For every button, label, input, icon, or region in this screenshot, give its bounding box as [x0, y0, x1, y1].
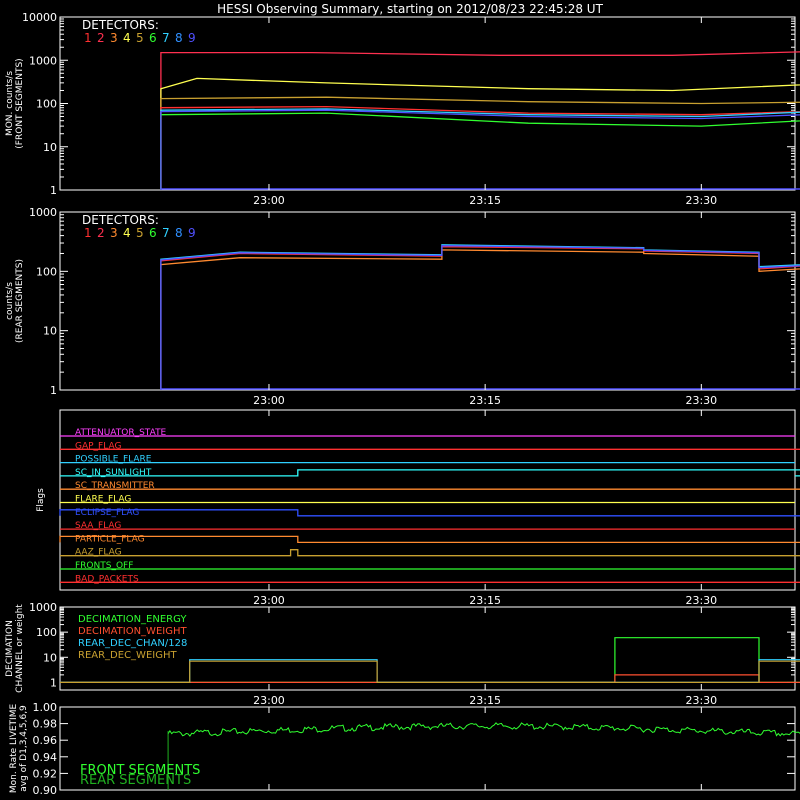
flags-x-tick-label: 23:15 — [469, 594, 501, 607]
detector-number: 7 — [162, 31, 170, 45]
front-series-d4 — [160, 77, 800, 190]
rear-y-tick-label: 100 — [36, 265, 57, 278]
decimation-y-tick-label: 10 — [43, 651, 57, 664]
front-y-tick-label: 10000 — [22, 11, 57, 24]
rear-x-tick-label: 23:15 — [469, 394, 501, 407]
rear-y-axis-label: counts/s (REAR SEGMENTS) — [5, 259, 25, 343]
front-series-d6 — [160, 112, 800, 190]
detector-number: 8 — [175, 31, 183, 45]
flag-trace — [60, 581, 800, 583]
summary-figure: HESSI Observing Summary, starting on 201… — [5, 2, 800, 797]
decimation-legend-label: REAR_DEC_CHAN/128 — [78, 638, 187, 649]
flag-trace — [60, 469, 800, 477]
front-x-tick-label: 23:00 — [253, 194, 285, 207]
livetime-y-axis-label-line: Mon. Rate LIVETIME — [9, 704, 19, 794]
detector-number: 5 — [136, 226, 144, 240]
rear-series-d3 — [160, 249, 800, 390]
rear-y-axis-label-line: counts/s — [5, 282, 15, 320]
decimation-legend-label: DECIMATION_ENERGY — [78, 614, 187, 625]
decimation-series — [60, 660, 800, 683]
decimation-x-tick-label: 23:15 — [469, 694, 501, 707]
flag-trace — [60, 549, 800, 557]
flags-x-tick-label: 23:30 — [685, 594, 717, 607]
decimation-legend-label: REAR_DEC_WEIGHT — [78, 650, 177, 661]
front-y-axis-label: MON. counts/s (FRONT SEGMENTS) — [5, 58, 25, 148]
detector-number: 2 — [97, 226, 105, 240]
front-y-axis-label-line: MON. counts/s — [5, 71, 15, 136]
detector-number: 4 — [123, 226, 131, 240]
front-x-tick-label: 23:15 — [469, 194, 501, 207]
flag-trace — [60, 448, 800, 450]
rear-y-tick-label: 1 — [50, 384, 57, 397]
decimation-x-tick-label: 23:00 — [253, 694, 285, 707]
decimation-y-axis-label-line: DECIMATION — [5, 620, 15, 677]
flags-y-axis-label-line: Flags — [36, 488, 46, 512]
detector-number: 1 — [84, 226, 92, 240]
detector-number: 5 — [136, 31, 144, 45]
decimation-legend-label: DECIMATION_WEIGHT — [78, 626, 187, 637]
decimation-y-tick-label: 1000 — [29, 601, 57, 614]
rear-y-tick-label: 1000 — [29, 206, 57, 219]
rear-y-tick-label: 10 — [43, 325, 57, 338]
front-y-axis-label-line: (FRONT SEGMENTS) — [15, 58, 25, 148]
rear-y-axis-label-line: (REAR SEGMENTS) — [15, 259, 25, 343]
plot-title: HESSI Observing Summary, starting on 201… — [217, 2, 603, 16]
rear-x-tick-label: 23:00 — [253, 394, 285, 407]
livetime-y-tick-label: 0.90 — [33, 784, 58, 797]
detectors-label: DETECTORS: — [82, 18, 159, 32]
livetime-y-tick-label: 0.92 — [33, 767, 58, 780]
front-x-tick-label: 23:30 — [685, 194, 717, 207]
flags-x-tick-label: 23:00 — [253, 594, 285, 607]
flag-trace — [59, 535, 800, 544]
decimation-y-axis-label: DECIMATION CHANNEL or weight — [5, 604, 25, 693]
front-y-tick-label: 10 — [43, 141, 57, 154]
livetime-y-tick-label: 0.98 — [33, 718, 58, 731]
detector-number: 7 — [162, 226, 170, 240]
detector-number: 8 — [175, 226, 183, 240]
decimation-x-tick-label: 23:30 — [685, 694, 717, 707]
livetime-y-tick-label: 1.00 — [33, 701, 58, 714]
detector-number: 1 — [84, 31, 92, 45]
detector-number: 2 — [97, 31, 105, 45]
rear-series-d9 — [160, 245, 800, 390]
livetime-y-tick-label: 0.94 — [33, 751, 58, 764]
flag-trace — [59, 509, 800, 517]
front-y-tick-label: 1000 — [29, 54, 57, 67]
livetime-y-tick-label: 0.96 — [33, 734, 58, 747]
rear-x-tick-label: 23:30 — [685, 394, 717, 407]
detector-number: 3 — [110, 226, 118, 240]
front-y-tick-label: 100 — [36, 98, 57, 111]
detector-number: 6 — [149, 226, 157, 240]
detector-number: 9 — [188, 226, 196, 240]
front-y-tick-label: 1 — [50, 184, 57, 197]
decimation-y-tick-label: 100 — [36, 626, 57, 639]
detector-number: 4 — [123, 31, 131, 45]
flags-y-axis-label: Flags — [36, 488, 46, 512]
detector-number: 3 — [110, 31, 118, 45]
decimation-series — [60, 674, 800, 683]
livetime-y-axis-label-line: avg of D1,3,4,5,6,9 — [19, 705, 29, 792]
decimation-y-axis-label-line: CHANNEL or weight — [15, 604, 25, 693]
livetime-legend-rear: REAR SEGMENTS — [80, 773, 191, 788]
livetime-y-axis-label: Mon. Rate LIVETIME avg of D1,3,4,5,6,9 — [9, 704, 29, 794]
rear-panel-frame — [59, 211, 796, 391]
flags-panel-frame — [59, 409, 796, 591]
decimation-series — [60, 659, 800, 683]
livetime-front-series — [167, 722, 800, 737]
rear-series-d1 — [160, 246, 800, 390]
rear-series-d7 — [160, 244, 800, 390]
detectors-label: DETECTORS: — [82, 213, 159, 227]
detector-number: 6 — [149, 31, 157, 45]
detector-number: 9 — [188, 31, 196, 45]
flag-trace — [60, 488, 800, 490]
decimation-y-tick-label: 1 — [50, 676, 57, 689]
